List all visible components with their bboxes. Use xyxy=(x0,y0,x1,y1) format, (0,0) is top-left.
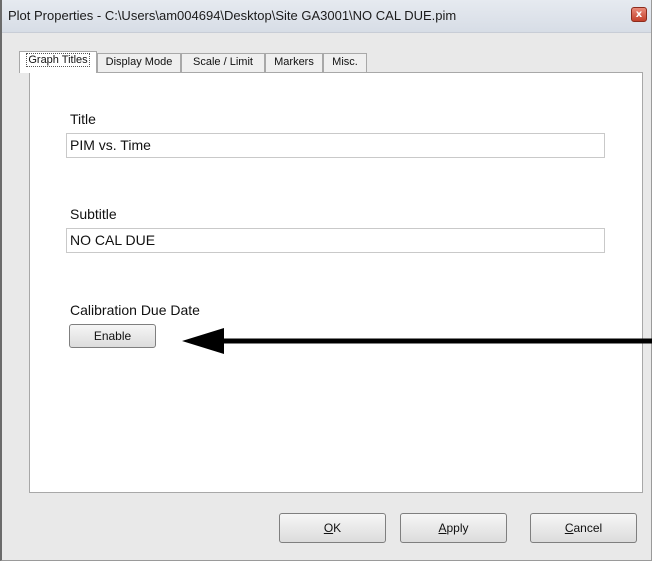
calibration-due-date-label: Calibration Due Date xyxy=(70,302,200,318)
subtitle-input[interactable]: NO CAL DUE xyxy=(66,228,605,253)
close-icon[interactable]: x xyxy=(631,7,647,22)
title-bar[interactable]: Plot Properties - C:\Users\am004694\Desk… xyxy=(2,0,651,33)
tab-display-mode[interactable]: Display Mode xyxy=(97,53,181,72)
tab-label: Display Mode xyxy=(105,56,173,68)
tab-misc[interactable]: Misc. xyxy=(323,53,367,72)
tab-scale-limit[interactable]: Scale / Limit xyxy=(181,53,265,72)
subtitle-label: Subtitle xyxy=(70,206,117,222)
ok-button[interactable]: OK xyxy=(279,513,386,543)
cancel-button[interactable]: Cancel xyxy=(530,513,637,543)
title-label: Title xyxy=(70,111,96,127)
plot-properties-dialog: Plot Properties - C:\Users\am004694\Desk… xyxy=(0,0,652,561)
apply-mnemonic: A xyxy=(438,521,447,535)
window-title: Plot Properties - C:\Users\am004694\Desk… xyxy=(8,8,457,23)
tab-label: Misc. xyxy=(332,56,358,68)
title-input[interactable]: PIM vs. Time xyxy=(66,133,605,158)
ok-label: K xyxy=(333,521,342,535)
cancel-label: ancel xyxy=(573,521,603,535)
tab-graph-titles[interactable]: Graph Titles xyxy=(19,51,97,73)
arrow-left-icon xyxy=(182,328,652,354)
tab-label: Markers xyxy=(274,56,314,68)
apply-label: pply xyxy=(446,521,469,535)
arrow-head xyxy=(182,328,224,354)
tab-markers[interactable]: Markers xyxy=(265,53,323,72)
tab-label: Scale / Limit xyxy=(193,56,253,68)
enable-button[interactable]: Enable xyxy=(69,324,156,348)
ok-mnemonic: O xyxy=(323,521,334,535)
apply-button[interactable]: Apply xyxy=(400,513,507,543)
tab-label: Graph Titles xyxy=(26,53,90,67)
